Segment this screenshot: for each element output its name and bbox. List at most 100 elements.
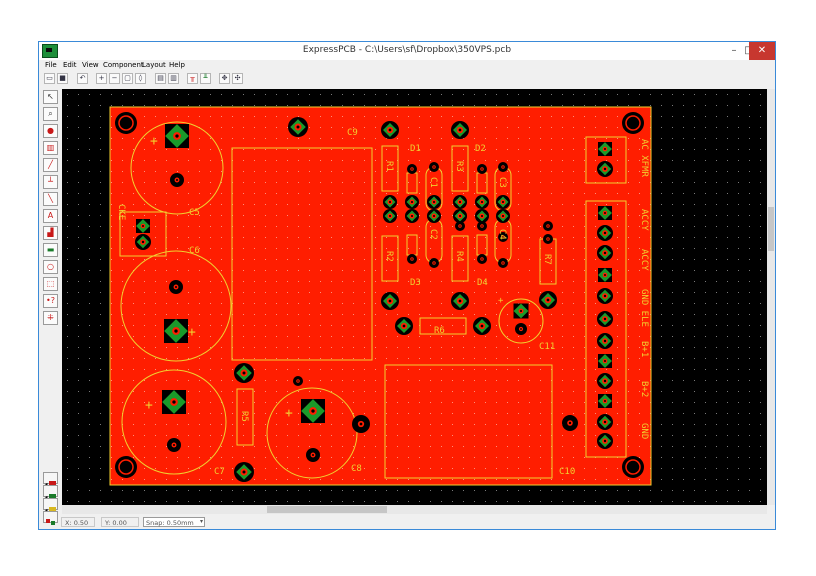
- pad-r5-bottom: [234, 462, 254, 482]
- component-pad: [496, 209, 510, 223]
- horizontal-scrollbar[interactable]: [62, 505, 767, 514]
- label-c2: C2: [428, 229, 438, 240]
- place-component-icon[interactable]: ▥: [43, 141, 58, 155]
- filled-shape-icon[interactable]: ▟: [43, 226, 58, 240]
- pad-c10-2: [562, 415, 578, 431]
- label-cke: CKE: [116, 204, 126, 220]
- print-preview-icon[interactable]: ▥: [168, 73, 179, 84]
- zoom-area-icon[interactable]: ▢: [122, 73, 133, 84]
- menu-file[interactable]: File: [45, 61, 57, 69]
- print-icon[interactable]: ▤: [155, 73, 166, 84]
- terminal-pad: [597, 433, 613, 449]
- mount-hole-bottom-left: [115, 456, 137, 478]
- component-pad: [453, 195, 467, 209]
- move-icon[interactable]: ✥: [219, 73, 230, 84]
- mount-hole-bottom-right: [622, 456, 644, 478]
- pointer-icon[interactable]: ↖: [43, 90, 58, 104]
- menu-help[interactable]: Help: [169, 61, 185, 69]
- layer-top-icon[interactable]: ◂: [43, 472, 58, 488]
- rotate-icon[interactable]: ✣: [232, 73, 243, 84]
- terminal-pad: [597, 245, 613, 261]
- terminal-pad: [598, 206, 612, 220]
- label-c4: C4: [497, 229, 507, 240]
- terminal-pad: [598, 268, 612, 282]
- component-pad: [405, 209, 419, 223]
- pad-c6-plus: [164, 319, 188, 343]
- zoom-out-icon[interactable]: −: [109, 73, 120, 84]
- label-d2: D2: [475, 144, 486, 154]
- circle-icon[interactable]: ○: [43, 260, 58, 274]
- menu-view[interactable]: View: [82, 61, 99, 69]
- plus-c8: +: [285, 406, 293, 421]
- status-bar: X: 0.50 Y: 0.00 Snap: 0.50mm ▾: [39, 516, 775, 529]
- trace-corner-icon[interactable]: ┴: [43, 175, 58, 189]
- component-pad: [429, 162, 439, 172]
- component-pad: [477, 221, 487, 231]
- component-pad: [475, 195, 489, 209]
- close-button[interactable]: ✕: [749, 42, 775, 60]
- board-outline-icon[interactable]: ⬚: [43, 277, 58, 291]
- component-pad: [405, 195, 419, 209]
- plus-c7: +: [145, 398, 153, 413]
- tool-palette: ↖ ⌕ ● ▥ ╱ ┴ ╲ A ▟ ▬ ○ ⬚ •? ⁜ ◂ ◂ ◂: [43, 90, 59, 525]
- place-pad-icon[interactable]: ●: [43, 124, 58, 138]
- zoom-fit-icon[interactable]: ◊: [135, 73, 146, 84]
- open-icon[interactable]: ▭: [44, 73, 55, 84]
- pad-r6-left: [395, 317, 413, 335]
- pad-c10-1: [352, 415, 370, 433]
- component-pad: [543, 234, 553, 244]
- label-c5: C5: [189, 208, 200, 218]
- vertical-scroll-thumb[interactable]: [768, 207, 774, 251]
- trace-icon[interactable]: ╱: [43, 158, 58, 172]
- chevron-down-icon: ▾: [199, 518, 203, 525]
- pad-r4-bottom: [451, 292, 469, 310]
- vertical-scrollbar[interactable]: [767, 89, 775, 505]
- title-bar[interactable]: ExpressPCB - C:\Users\sf\Dropbox\350VPS.…: [39, 42, 775, 60]
- label-r3: R3: [454, 161, 464, 172]
- horizontal-scroll-thumb[interactable]: [267, 506, 387, 513]
- label-accy-2: ACCY: [639, 249, 649, 271]
- label-ac-xfmr: AC XFMR: [639, 139, 649, 178]
- component-pad: [477, 254, 487, 264]
- save-icon[interactable]: ■: [57, 73, 68, 84]
- label-accy-1: ACCY: [639, 209, 649, 231]
- rectangle-icon[interactable]: ▬: [43, 243, 58, 257]
- pad-c6-minus: [169, 280, 183, 294]
- pad-c7-plus: [162, 390, 186, 414]
- terminal-pad: [597, 225, 613, 241]
- text-icon[interactable]: A: [43, 209, 58, 223]
- label-d3: D3: [410, 278, 421, 288]
- plus-c5: +: [150, 134, 158, 149]
- layer-bottom-icon[interactable]: ◂: [43, 485, 58, 501]
- component-pad: [498, 162, 508, 172]
- menu-bar: File Edit View Component Layout Help: [39, 60, 775, 72]
- menu-layout[interactable]: Layout: [142, 61, 166, 69]
- pcb-canvas[interactable]: C9 C5 C6 C7 C8 C10 C11 R6 D1 D2 D3 D4 + …: [62, 89, 767, 505]
- zoom-in-icon[interactable]: +: [96, 73, 107, 84]
- pad-cke-2: [135, 234, 151, 250]
- diagonal-trace-icon[interactable]: ╲: [43, 192, 58, 206]
- pad-top-icon[interactable]: ╥: [187, 73, 198, 84]
- menu-component[interactable]: Component: [103, 61, 144, 69]
- component-pad: [383, 195, 397, 209]
- snap-select[interactable]: Snap: 0.50mm ▾: [143, 517, 205, 527]
- zoom-tool-icon[interactable]: ⌕: [43, 107, 58, 121]
- measure-icon[interactable]: ⁜: [43, 311, 58, 325]
- label-r7: R7: [542, 254, 552, 265]
- pad-c5-minus: [170, 173, 184, 187]
- mount-hole-top-right: [622, 112, 644, 134]
- component-pad: [427, 195, 441, 209]
- menu-edit[interactable]: Edit: [63, 61, 77, 69]
- layer-silk-icon[interactable]: ◂: [43, 498, 58, 514]
- label-c9: C9: [347, 128, 358, 138]
- terminal-pad: [598, 354, 612, 368]
- component-pad: [475, 209, 489, 223]
- pad-r1-top: [381, 121, 399, 139]
- x-coordinate: X: 0.50: [61, 517, 95, 527]
- pad-bottom-icon[interactable]: ╨: [200, 73, 211, 84]
- component-pad: [453, 209, 467, 223]
- pad-select-icon[interactable]: •?: [43, 294, 58, 308]
- terminal-pad: [597, 333, 613, 349]
- pad-r7-bottom: [539, 291, 557, 309]
- undo-icon[interactable]: ↶: [77, 73, 88, 84]
